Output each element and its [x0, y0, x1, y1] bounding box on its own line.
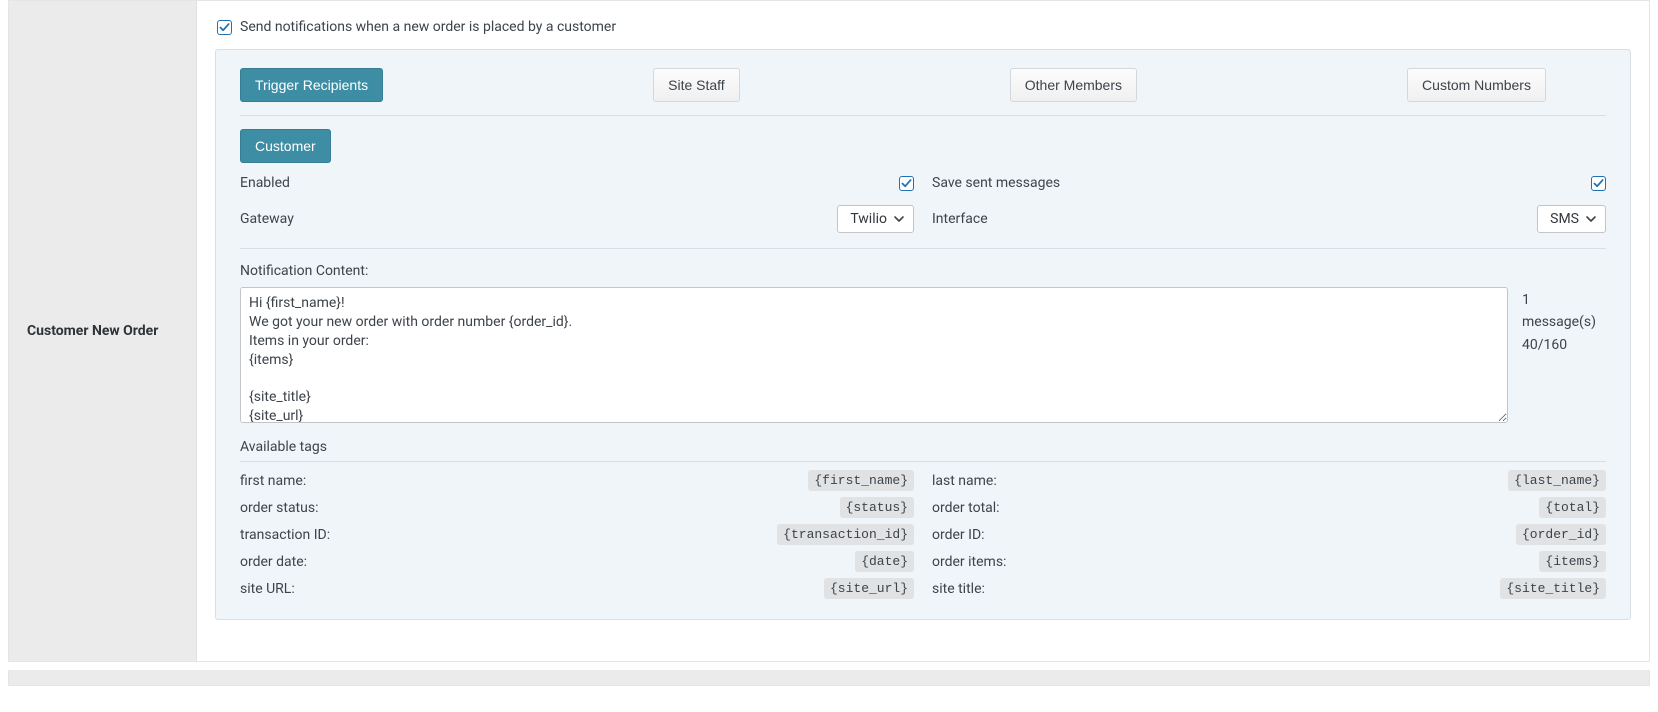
message-counter: 1 message(s) 40/160	[1522, 287, 1606, 356]
subtab-customer[interactable]: Customer	[240, 129, 331, 163]
gateway-select[interactable]: Twilio	[837, 205, 914, 233]
interface-label: Interface	[932, 211, 988, 227]
gateway-row: Gateway Twilio	[240, 205, 914, 233]
divider	[240, 248, 1606, 249]
notification-content-textarea[interactable]	[240, 287, 1508, 423]
tag-code: {order_id}	[1516, 524, 1606, 545]
checkmark-icon	[901, 178, 912, 189]
save-sent-checkbox[interactable]	[1591, 176, 1606, 191]
tag-row-site-title: site title: {site_title}	[932, 578, 1606, 599]
chevron-down-icon	[893, 213, 905, 225]
tag-code: {items}	[1539, 551, 1606, 572]
tag-code: {transaction_id}	[777, 524, 914, 545]
tag-label: site URL:	[240, 581, 295, 597]
sub-tabs: Customer	[240, 129, 1606, 163]
recipient-tabs: Trigger Recipients Site Staff Other Memb…	[240, 68, 1606, 102]
save-sent-label: Save sent messages	[932, 175, 1060, 191]
send-notifications-label: Send notifications when a new order is p…	[240, 19, 616, 35]
settings-grid: Enabled Save sent messages Gateway Twili…	[240, 175, 1606, 233]
main-content: Send notifications when a new order is p…	[197, 1, 1649, 661]
tab-trigger-recipients[interactable]: Trigger Recipients	[240, 68, 383, 102]
tag-code: {total}	[1539, 497, 1606, 518]
tag-row-order-items: order items: {items}	[932, 551, 1606, 572]
save-sent-row: Save sent messages	[932, 175, 1606, 191]
notification-content-row: 1 message(s) 40/160	[240, 287, 1606, 423]
settings-panel: Customer New Order Send notifications wh…	[8, 0, 1650, 662]
message-count: 1 message(s)	[1522, 289, 1606, 334]
tag-row-order-total: order total: {total}	[932, 497, 1606, 518]
tag-label: order status:	[240, 500, 318, 516]
tag-row-order-id: order ID: {order_id}	[932, 524, 1606, 545]
divider	[240, 115, 1606, 116]
tag-label: first name:	[240, 473, 306, 489]
tag-row-order-status: order status: {status}	[240, 497, 914, 518]
tag-label: order ID:	[932, 527, 985, 543]
tag-label: order date:	[240, 554, 307, 570]
tag-label: order total:	[932, 500, 1000, 516]
available-tags-header: Available tags	[240, 439, 1606, 455]
tags-grid: first name: {first_name} last name: {las…	[240, 470, 1606, 599]
char-count: 40/160	[1522, 334, 1606, 356]
tag-row-order-date: order date: {date}	[240, 551, 914, 572]
gateway-value: Twilio	[850, 211, 887, 227]
send-notifications-row: Send notifications when a new order is p…	[215, 19, 1631, 35]
tag-code: {site_url}	[824, 578, 914, 599]
enabled-checkbox[interactable]	[899, 176, 914, 191]
tag-label: last name:	[932, 473, 997, 489]
bottom-strip	[8, 670, 1650, 686]
divider	[240, 461, 1606, 462]
tab-site-staff[interactable]: Site Staff	[653, 68, 740, 102]
tab-custom-numbers[interactable]: Custom Numbers	[1407, 68, 1546, 102]
send-notifications-checkbox[interactable]	[217, 20, 232, 35]
interface-row: Interface SMS	[932, 205, 1606, 233]
sidebar-title: Customer New Order	[27, 323, 158, 339]
tag-row-site-url: site URL: {site_url}	[240, 578, 914, 599]
tag-label: site title:	[932, 581, 985, 597]
tag-code: {date}	[855, 551, 914, 572]
gateway-label: Gateway	[240, 211, 294, 227]
tag-code: {last_name}	[1508, 470, 1606, 491]
sidebar: Customer New Order	[9, 1, 197, 661]
enabled-row: Enabled	[240, 175, 914, 191]
notification-panel: Trigger Recipients Site Staff Other Memb…	[215, 49, 1631, 620]
interface-value: SMS	[1550, 211, 1579, 227]
tag-label: order items:	[932, 554, 1006, 570]
tag-row-last-name: last name: {last_name}	[932, 470, 1606, 491]
chevron-down-icon	[1585, 213, 1597, 225]
tag-code: {first_name}	[808, 470, 914, 491]
tag-label: transaction ID:	[240, 527, 330, 543]
notification-content-label: Notification Content:	[240, 263, 1606, 279]
checkmark-icon	[219, 22, 230, 33]
enabled-label: Enabled	[240, 175, 290, 191]
checkmark-icon	[1593, 178, 1604, 189]
tag-code: {status}	[840, 497, 914, 518]
tag-row-transaction-id: transaction ID: {transaction_id}	[240, 524, 914, 545]
tag-code: {site_title}	[1500, 578, 1606, 599]
tag-row-first-name: first name: {first_name}	[240, 470, 914, 491]
interface-select[interactable]: SMS	[1537, 205, 1606, 233]
tab-other-members[interactable]: Other Members	[1010, 68, 1137, 102]
